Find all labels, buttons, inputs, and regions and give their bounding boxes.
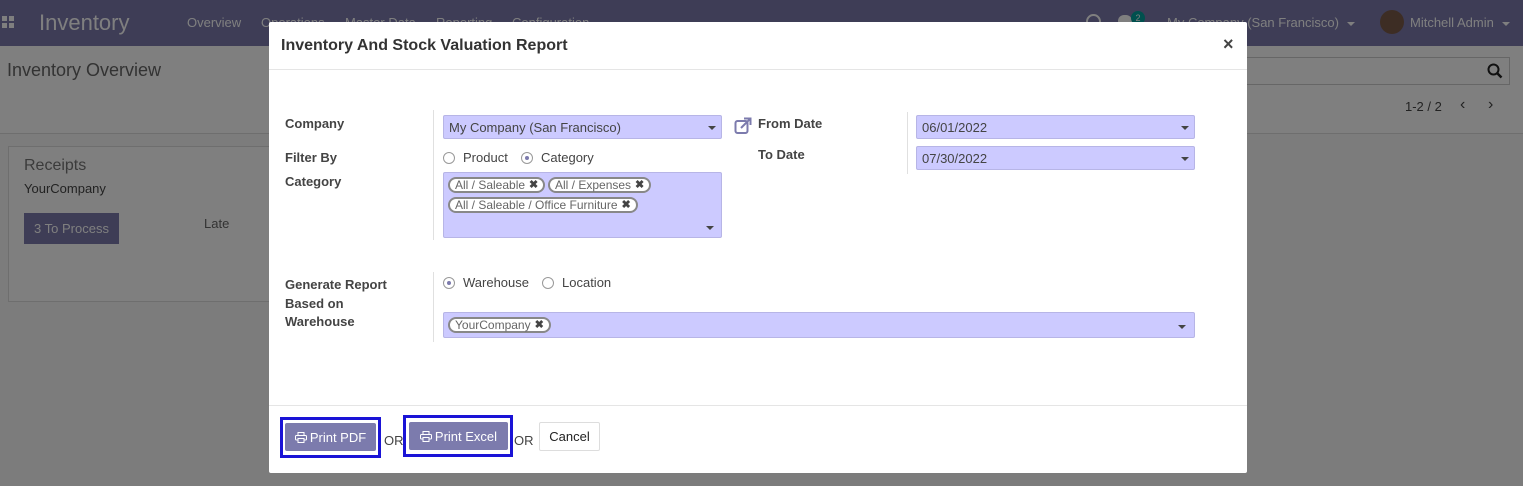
radio-circle[interactable] xyxy=(443,151,455,164)
based-location-label: Location xyxy=(562,275,612,290)
based-location-radio[interactable]: Location xyxy=(542,275,611,290)
category-tag: All / Expenses ✖ xyxy=(548,177,652,193)
chevron-down-icon[interactable] xyxy=(706,226,714,230)
remove-tag-icon[interactable]: ✖ xyxy=(529,179,538,191)
chevron-down-icon xyxy=(708,126,716,130)
category-tag: All / Saleable / Office Furniture ✖ xyxy=(448,197,638,213)
filter-category-radio[interactable]: Category xyxy=(521,150,594,165)
print-excel-label: Print Excel xyxy=(434,428,498,444)
from-date-field[interactable]: 06/01/2022 xyxy=(916,115,1195,139)
warehouse-tags-field[interactable]: YourCompany ✖ xyxy=(443,312,1195,338)
filter-product-label: Product xyxy=(463,150,508,165)
company-label: Company xyxy=(285,116,345,131)
tag-label: YourCompany xyxy=(455,318,531,332)
close-icon[interactable]: × xyxy=(1223,34,1234,55)
to-date-field[interactable]: 07/30/2022 xyxy=(916,146,1195,170)
category-tags-field[interactable]: All / Saleable ✖ All / Expenses ✖ All / Sa… xyxy=(443,172,722,238)
remove-tag-icon[interactable]: ✖ xyxy=(535,319,544,331)
filter-category-label: Category xyxy=(541,150,594,165)
chevron-down-icon[interactable] xyxy=(1178,325,1186,329)
divider xyxy=(433,110,434,240)
divider xyxy=(907,112,908,174)
chevron-down-icon xyxy=(1181,157,1189,161)
or-separator: OR xyxy=(514,433,534,448)
radio-circle-checked[interactable] xyxy=(521,151,533,164)
chevron-down-icon xyxy=(1181,126,1189,130)
print-excel-button[interactable]: Print Excel xyxy=(409,422,508,450)
remove-tag-icon[interactable]: ✖ xyxy=(635,179,644,191)
filter-product-radio[interactable]: Product xyxy=(443,150,508,165)
category-label: Category xyxy=(285,174,342,189)
report-dialog: Inventory And Stock Valuation Report × C… xyxy=(269,22,1247,473)
radio-circle[interactable] xyxy=(542,276,554,289)
warehouse-tag: YourCompany ✖ xyxy=(448,317,551,333)
print-pdf-label: Print PDF xyxy=(309,429,367,445)
based-warehouse-label: Warehouse xyxy=(463,275,529,290)
printer-icon xyxy=(419,430,432,442)
to-date-label: To Date xyxy=(758,147,805,162)
category-tag: All / Saleable ✖ xyxy=(448,177,546,193)
company-select[interactable]: My Company (San Francisco) xyxy=(443,115,722,139)
dialog-title: Inventory And Stock Valuation Report xyxy=(281,37,568,54)
dialog-header: Inventory And Stock Valuation Report × xyxy=(269,22,1247,70)
tag-label: All / Saleable / Office Furniture xyxy=(455,198,618,212)
radio-circle-checked[interactable] xyxy=(443,276,455,289)
from-date-label: From Date xyxy=(758,116,823,131)
print-pdf-button[interactable]: Print PDF xyxy=(285,423,376,451)
tag-label: All / Saleable xyxy=(455,178,526,192)
remove-tag-icon[interactable]: ✖ xyxy=(622,199,631,211)
company-select-value: My Company (San Francisco) xyxy=(449,120,621,135)
based-warehouse-radio[interactable]: Warehouse xyxy=(443,275,529,290)
or-separator: OR xyxy=(384,433,404,448)
to-date-value: 07/30/2022 xyxy=(922,151,988,166)
dialog-footer: Print PDF OR Print Excel OR Cancel xyxy=(269,405,1247,474)
external-link-icon[interactable] xyxy=(734,117,752,135)
cancel-button[interactable]: Cancel xyxy=(539,422,600,451)
divider xyxy=(433,272,434,342)
filter-by-label: Filter By xyxy=(285,150,338,165)
warehouse-label: Warehouse xyxy=(285,314,355,329)
based-on-label: Generate Report Based on xyxy=(285,277,387,311)
tag-label: All / Expenses xyxy=(555,178,632,192)
printer-icon xyxy=(294,431,307,443)
from-date-value: 06/01/2022 xyxy=(922,120,988,135)
